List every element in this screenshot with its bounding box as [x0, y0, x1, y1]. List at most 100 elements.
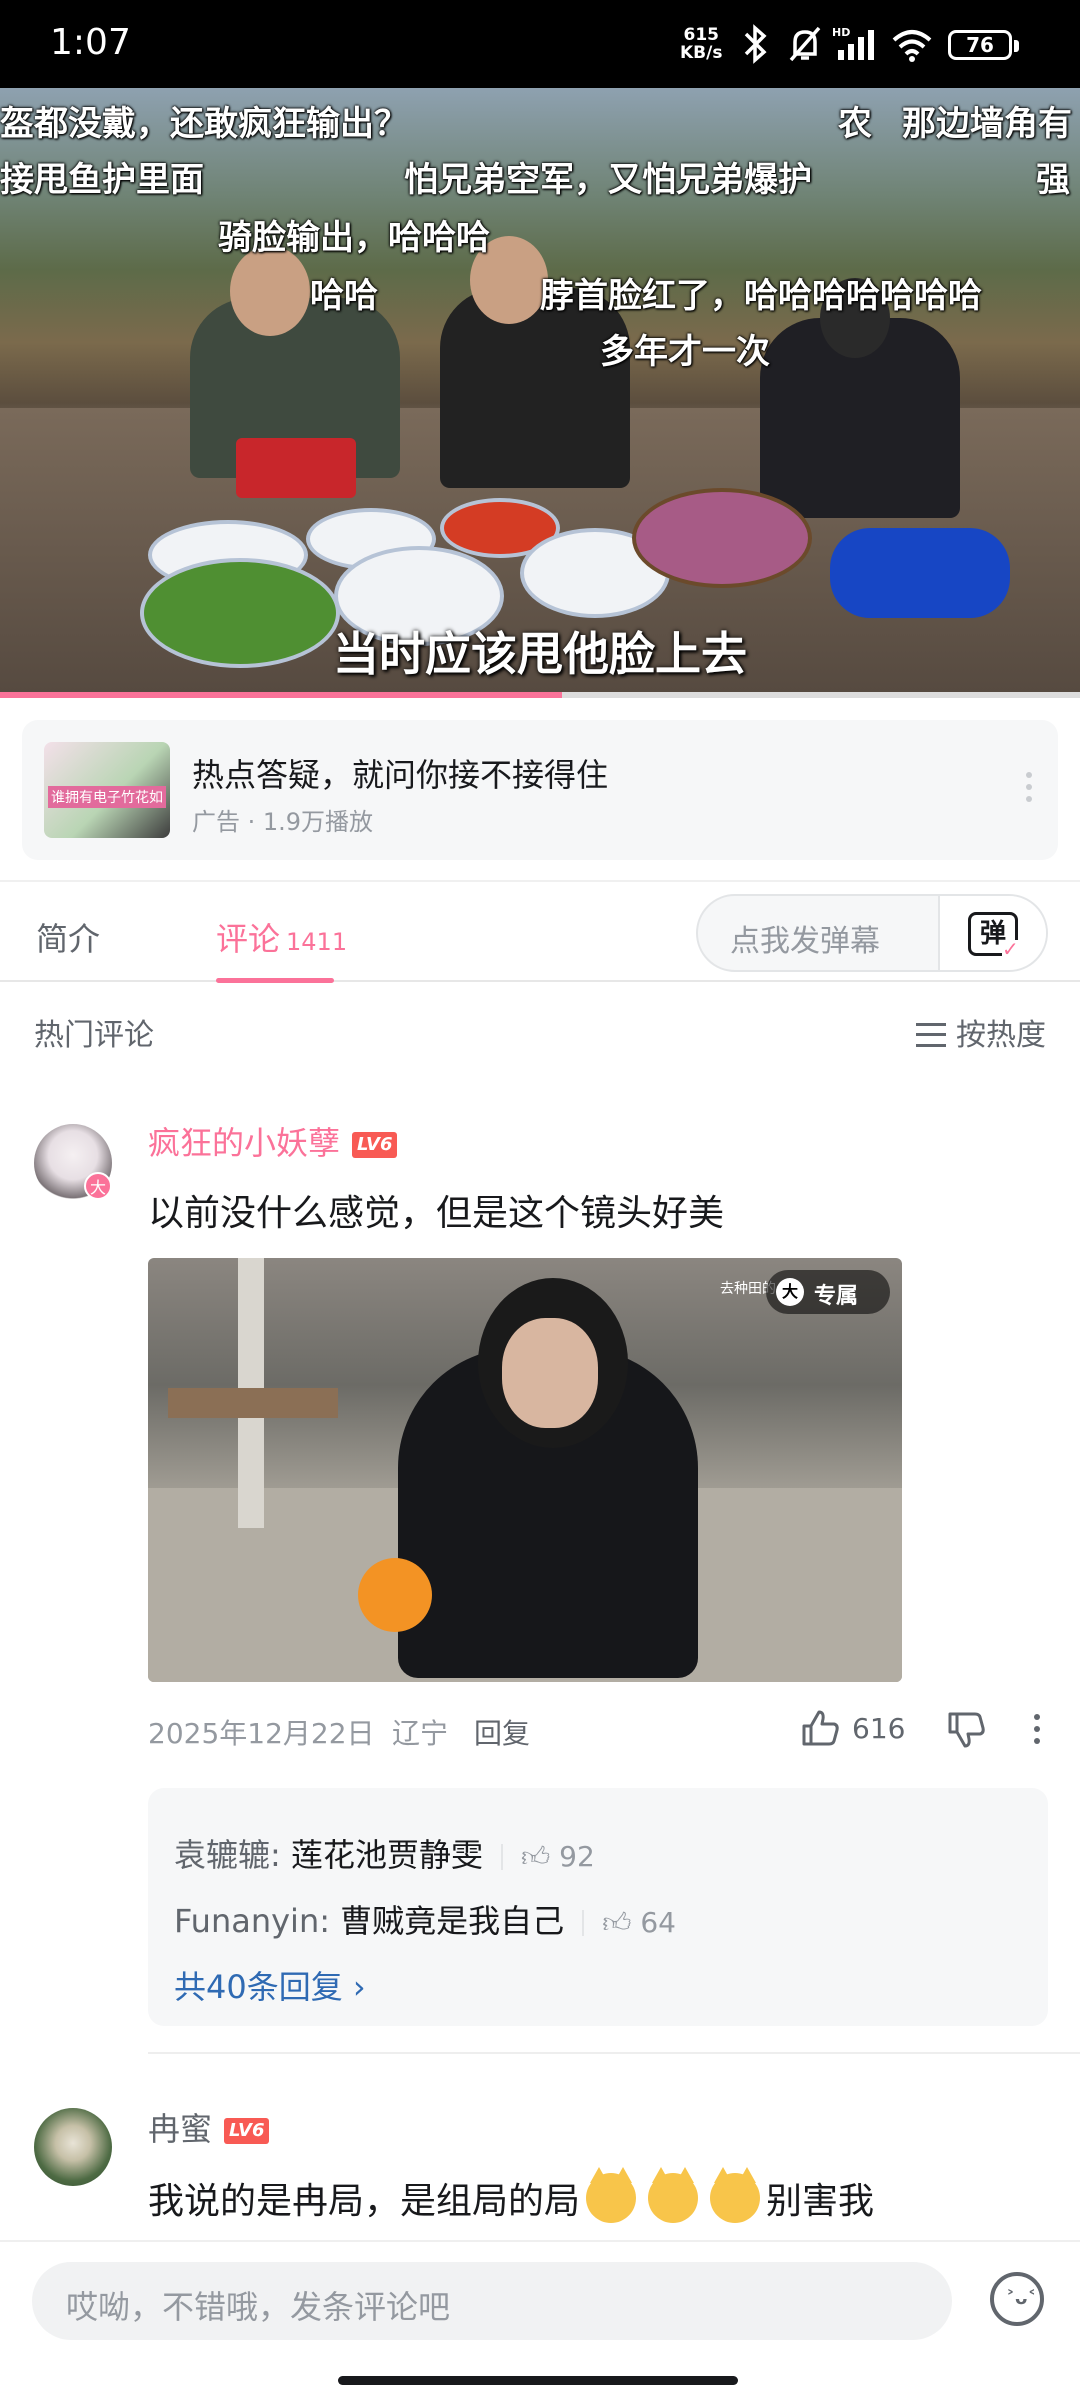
check-icon: ✓ [1002, 937, 1020, 961]
ad-subtitle: 广告 · 1.9万播放 [192, 808, 374, 836]
danmaku-comment: 强 [1036, 160, 1070, 200]
danmaku-comment: 哈哈 [310, 276, 378, 316]
battery-indicator: 76 [948, 30, 1019, 60]
exclusive-badge-text: 专属 [814, 1284, 859, 1309]
danmaku-comment: 骑脸输出，哈哈哈 [218, 218, 490, 258]
wifi-icon [892, 30, 932, 62]
tab-comments-count: 1411 [286, 928, 348, 956]
comment-input-placeholder: 哎呦，不错哦，发条评论吧 [66, 2288, 451, 2326]
divider [582, 1910, 585, 1936]
danmaku-comment: 脖首脸红了，哈哈哈哈哈哈哈 [540, 276, 982, 316]
reply-button[interactable]: 回复 [474, 1712, 530, 1752]
level-badge: LV6 [352, 1132, 398, 1158]
reply-username: 袁辘辘: [174, 1836, 281, 1874]
cat-emoji-icon [648, 2167, 699, 2223]
danmaku-comment: 盔都没戴，还敢疯狂输出？ [0, 104, 408, 144]
comment-divider [148, 2052, 1080, 2054]
comment-username[interactable]: 冉蜜 LV6 [148, 2104, 270, 2150]
reply-preview-box[interactable]: 袁辘辘: 莲花池贾静雯 👍︎ 92 Funanyin: 曹贼竟是我自己 👍︎ 64 … [148, 1788, 1048, 2026]
danmaku-comment: 那边墙角有 [902, 104, 1072, 144]
reply-text: 曹贼竟是我自己 [340, 1902, 565, 1940]
danmaku-comment: 怕兄弟空军，又怕兄弟爆护 [404, 160, 812, 200]
hot-comments-label: 热门评论 [34, 1018, 154, 1053]
reply-like-count: 64 [640, 1906, 676, 1939]
avatar[interactable] [34, 2108, 112, 2186]
comment-more-icon[interactable] [1034, 1714, 1042, 1748]
reply-like-count: 92 [559, 1840, 595, 1873]
emoji-button-icon[interactable]: ˃ᴗ˂ [990, 2272, 1044, 2326]
tab-bar: 简介 评论 1411 点我发弹幕 弹 ✓ [0, 880, 1080, 983]
thumbs-up-icon: 👍︎ [602, 1906, 641, 1939]
comment-image[interactable]: 去种田的 大 专属 [148, 1258, 902, 1682]
network-speed-value: 615 [683, 25, 719, 45]
comment-text-part: 我说的是冉局，是组局的局 [148, 2181, 581, 2222]
video-person-center [440, 288, 630, 488]
status-bar: 1:07 615 KB/s HD 76 [0, 0, 1080, 88]
danmaku-comment: 接甩鱼护里面 [0, 160, 204, 200]
video-player[interactable]: 盔都没戴，还敢疯狂输出？ 农 那边墙角有 接甩鱼护里面 怕兄弟空军，又怕兄弟爆护… [0, 88, 1080, 694]
username-text: 冉蜜 [148, 2110, 213, 2148]
bell-mute-icon [789, 26, 821, 62]
chevron-right-icon: › [352, 1968, 366, 2006]
divider [500, 1844, 503, 1870]
video-bowl-onion [632, 488, 812, 588]
cat-emoji-icon [586, 2167, 637, 2223]
danmu-input[interactable]: 点我发弹幕 弹 ✓ [696, 894, 1048, 972]
signal-icon: HD [832, 26, 874, 60]
ad-card[interactable]: 谁拥有电子竹花如 热点答疑，就问你接不接得住 广告 · 1.9万播放 [22, 720, 1058, 860]
ad-thumbnail: 谁拥有电子竹花如 [44, 742, 170, 838]
more-options-icon[interactable] [1026, 772, 1034, 806]
username-text: 疯狂的小妖孽 [148, 1124, 341, 1162]
sort-icon [916, 1023, 946, 1047]
exclusive-badge-icon: 大 [776, 1278, 804, 1306]
reply-item[interactable]: 袁辘辘: 莲花池贾静雯 👍︎ 92 [174, 1830, 595, 1876]
danmaku-comment: 农 [838, 104, 872, 144]
thumbs-down-icon[interactable] [946, 1710, 986, 1750]
video-person-head [230, 246, 310, 336]
network-speed: 615 KB/s [680, 26, 722, 62]
thumbs-up-icon[interactable] [800, 1708, 840, 1748]
cat-emoji-icon [710, 2167, 761, 2223]
vip-badge: 大 [84, 1172, 112, 1200]
reply-text: 莲花池贾静雯 [290, 1836, 483, 1874]
level-badge: LV6 [224, 2118, 270, 2144]
ad-thumbnail-text: 谁拥有电子竹花如 [48, 786, 166, 808]
comment-input-bar: 哎呦，不错哦，发条评论吧 ˃ᴗ˂ [0, 2240, 1080, 2400]
comment-date: 2025年12月22日 [148, 1717, 375, 1750]
comment-location: 辽宁 [392, 1717, 449, 1750]
hot-comments-header: 热门评论 按热度 [0, 1000, 1080, 1060]
ad-title: 热点答疑，就问你接不接得住 [192, 756, 609, 794]
sort-label: 按热度 [956, 1018, 1046, 1053]
danmaku-comment: 多年才一次 [600, 332, 770, 372]
svg-text:HD: HD [832, 26, 850, 39]
danmu-placeholder: 点我发弹幕 [730, 924, 880, 959]
tab-intro[interactable]: 简介 [36, 914, 100, 960]
comment-username[interactable]: 疯狂的小妖孽 LV6 [148, 1118, 398, 1164]
comment-text-part: 别害我 [766, 2181, 875, 2222]
reply-item[interactable]: Funanyin: 曹贼竟是我自己 👍︎ 64 [174, 1896, 676, 1942]
image-orange [358, 1558, 432, 1632]
comment-text: 以前没什么感觉，但是这个镜头好美 [148, 1193, 725, 1234]
thumbs-up-icon: 👍︎ [520, 1840, 560, 1873]
comment-text: 我说的是冉局，是组局的局 别害我 [148, 2167, 875, 2224]
tab-comments-label: 评论 [216, 920, 281, 958]
exclusive-badge: 大 专属 [766, 1270, 890, 1314]
home-indicator [338, 2376, 738, 2385]
view-all-replies-link[interactable]: 共40条回复 › [174, 1962, 366, 2008]
like-count: 616 [852, 1712, 906, 1745]
image-bench [168, 1388, 338, 1418]
tab-active-indicator [216, 978, 334, 983]
video-basket [236, 438, 356, 498]
video-progress-fill [0, 692, 562, 698]
video-blue-bag [830, 528, 1010, 618]
status-time: 1:07 [50, 22, 131, 63]
tab-comments[interactable]: 评论 1411 [216, 914, 347, 960]
bluetooth-icon [744, 24, 767, 64]
danmu-toggle-button[interactable]: 弹 ✓ [938, 896, 1046, 970]
network-speed-unit: KB/s [680, 43, 723, 63]
video-progress-bar[interactable] [0, 692, 1080, 698]
video-subtitle: 当时应该甩他脸上去 [333, 627, 747, 681]
comment-input[interactable]: 哎呦，不错哦，发条评论吧 [32, 2262, 952, 2340]
reply-username: Funanyin: [174, 1902, 330, 1940]
sort-button[interactable]: 按热度 [916, 1010, 1046, 1054]
